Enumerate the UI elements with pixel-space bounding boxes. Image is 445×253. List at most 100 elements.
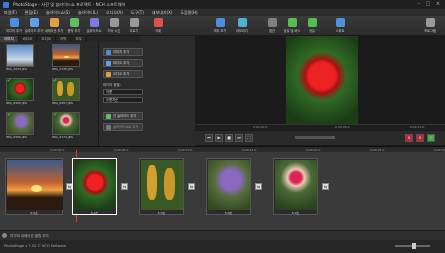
toolbar-label: 스위트 [335, 29, 345, 33]
transition-icon[interactable]: ⇆ [255, 183, 262, 190]
clip-duration: 5.0초 [90, 211, 99, 215]
toolbar-label: 음악 추가 [67, 29, 81, 33]
transition-icon[interactable]: ⇆ [322, 183, 329, 190]
title-bar: PhotoStage - 사진 및 슬라이드쇼 프로젝트 - NCH 소프트웨어… [0, 0, 445, 9]
narration-track[interactable]: 여기에 내레이션 클립 추가 [0, 230, 445, 240]
close-icon[interactable]: × [434, 1, 442, 7]
add-image-label: 이미지 추가 [113, 50, 130, 54]
toolbar-button-14[interactable]: 프로그램 [420, 17, 440, 35]
toolbar-icon [49, 18, 59, 27]
preview-time-start: 0:00:00.0 [253, 125, 268, 129]
narration-hint: 여기에 내레이션 클립 추가 [10, 234, 49, 238]
transition-icon[interactable]: ⇆ [121, 183, 128, 190]
toolbar-button-0[interactable]: 미디어 추가 [4, 17, 24, 35]
toolbar: 미디어 추가 슬라이드 추가 내레이션 추가 음악 추가 슬라이드쇼 지속 시간 자르기 삭제… [0, 16, 445, 36]
toolbar-button-7[interactable]: 삭제 [148, 17, 168, 35]
toolbar-button-8[interactable]: 미리 보기 [210, 17, 230, 35]
timeline-clip[interactable]: 5.0초 [273, 158, 318, 215]
window-title: PhotoStage - 사진 및 슬라이드쇼 프로젝트 - NCH 소프트웨어 [13, 1, 126, 7]
clip-duration: 5.0초 [157, 211, 166, 215]
toolbar-icon [425, 18, 435, 27]
toolbar-button-13[interactable]: 스위트 [330, 17, 350, 35]
media-thumbnail[interactable]: ✔ IMG_0950.JPG [6, 78, 34, 106]
toolbar-icon [237, 18, 247, 27]
toolbar-button-1[interactable]: 슬라이드 추가 [24, 17, 44, 35]
toolbar-icon [109, 18, 119, 27]
media-thumbnail[interactable]: IMG_2135.JPG [52, 44, 80, 72]
thumbnail-image [6, 44, 34, 67]
add-audio-button[interactable]: 오디오 추가 [103, 70, 143, 78]
toolbar-button-10[interactable]: 옵션 [262, 17, 282, 35]
timeline-clip[interactable]: 5.0초 [5, 158, 63, 215]
thumbnail-caption: IMG_0950.JPG [6, 101, 27, 105]
toolbar-button-3[interactable]: 음악 추가 [64, 17, 84, 35]
add-video-button[interactable]: 비디오 추가 [103, 59, 143, 67]
timeline-clip[interactable]: 5.0초 [139, 158, 184, 215]
preview-time-end: 0:00:10.0 [410, 125, 425, 129]
timeline-clip[interactable]: 5.0초 [206, 158, 251, 215]
toolbar-button-4[interactable]: 슬라이드쇼 [84, 17, 104, 35]
skip-end-icon[interactable]: ⏭ [235, 134, 243, 142]
volume-slider[interactable] [295, 136, 335, 139]
minimize-icon[interactable]: – [415, 1, 423, 7]
toolbar-button-2[interactable]: 내레이션 추가 [44, 17, 64, 35]
toolbar-button-6[interactable]: 자르기 [124, 17, 144, 35]
toolbar-label: 내보내기 [236, 29, 248, 33]
menu-slideshow[interactable]: 슬라이드쇼(S) [46, 10, 70, 16]
toolbar-button-12[interactable]: 공유 [302, 17, 322, 35]
clip-image [141, 160, 183, 210]
add-all-button[interactable]: 슬라이드쇼로 추가 [103, 123, 143, 131]
menu-edit[interactable]: 편집(E) [25, 10, 38, 16]
thumbnail-caption: IMG_0957.JPG [52, 101, 73, 105]
toolbar-button-9[interactable]: 내보내기 [232, 17, 252, 35]
add-to-slideshow-label: 선 슬라이드 추가 [113, 114, 137, 118]
thumbnail-caption: IMG_2135.JPG [52, 67, 73, 71]
maximize-icon[interactable]: □ [424, 1, 432, 7]
toolbar-icon [129, 18, 139, 27]
menu-help[interactable]: 도움말(H) [180, 10, 197, 16]
toolbar-label: 미리 보기 [213, 29, 227, 33]
toolbar-button-5[interactable]: 지속 시간 [104, 17, 124, 35]
add-to-slideshow-button[interactable]: 선 슬라이드 추가 [103, 112, 143, 120]
add-icon [106, 114, 111, 119]
sort-direction-select[interactable]: 오름차순 [103, 97, 143, 103]
clip-duration: 5.0초 [291, 211, 300, 215]
fullscreen-icon[interactable]: ⛶ [245, 134, 253, 142]
menu-tools[interactable]: 도구(T) [131, 10, 144, 16]
image-icon [106, 50, 111, 55]
add-image-button[interactable]: 이미지 추가 [103, 48, 143, 56]
play-icon[interactable]: ▶ [215, 134, 223, 142]
toolbar-label: 공유 [309, 29, 315, 33]
toolbar-label: 삭제 [155, 29, 161, 33]
zoom-handle[interactable] [412, 243, 416, 249]
sort-by-select[interactable]: 이름 [103, 89, 143, 95]
toolbar-icon [69, 18, 79, 27]
menu-slide[interactable]: 슬라이드(L) [78, 10, 98, 16]
media-thumbnail[interactable]: IMG_2033.JPG [6, 44, 34, 72]
menu-export[interactable]: 내보내기(X) [152, 10, 173, 16]
status-text: PhotoStage v 7.54 © NCH Software [4, 244, 67, 248]
media-actions-panel: 이미지 추가 비디오 추가 오디오 추가 미디어 정렬: 이름 오름차순 선 슬… [98, 42, 146, 148]
menu-file[interactable]: 파일(F) [4, 10, 17, 16]
skip-start-icon[interactable]: ⏮ [205, 134, 213, 142]
delete-icon[interactable]: ✕ [416, 134, 424, 142]
add-audio-label: 오디오 추가 [113, 72, 130, 76]
toolbar-label: 옵션 [269, 29, 275, 33]
toolbar-icon [307, 18, 317, 27]
transition-icon[interactable]: ⇆ [188, 183, 195, 190]
toolbar-button-11[interactable]: 공유 및 버스 [282, 17, 302, 35]
timeline-clip[interactable]: 5.0초 [72, 158, 117, 215]
video-icon [106, 61, 111, 66]
audio-icon [106, 72, 111, 77]
media-thumbnail[interactable]: ✔ IMG_4174.JPG [52, 112, 80, 140]
remove-icon[interactable]: ✕ [405, 134, 413, 142]
checkmark-icon: ✔ [7, 112, 12, 118]
stop-icon[interactable]: ■ [225, 134, 233, 142]
media-thumbnail[interactable]: ✔ IMG_0956.JPG [6, 112, 34, 140]
media-thumbnail[interactable]: ✔ IMG_0957.JPG [52, 78, 80, 106]
menu-audio[interactable]: 오디오(A) [106, 10, 123, 16]
toolbar-icon [89, 18, 99, 27]
confirm-icon[interactable]: ✓ [427, 134, 435, 142]
status-bar: PhotoStage v 7.54 © NCH Software [0, 240, 445, 253]
thumbnail-caption: IMG_2033.JPG [6, 67, 27, 71]
